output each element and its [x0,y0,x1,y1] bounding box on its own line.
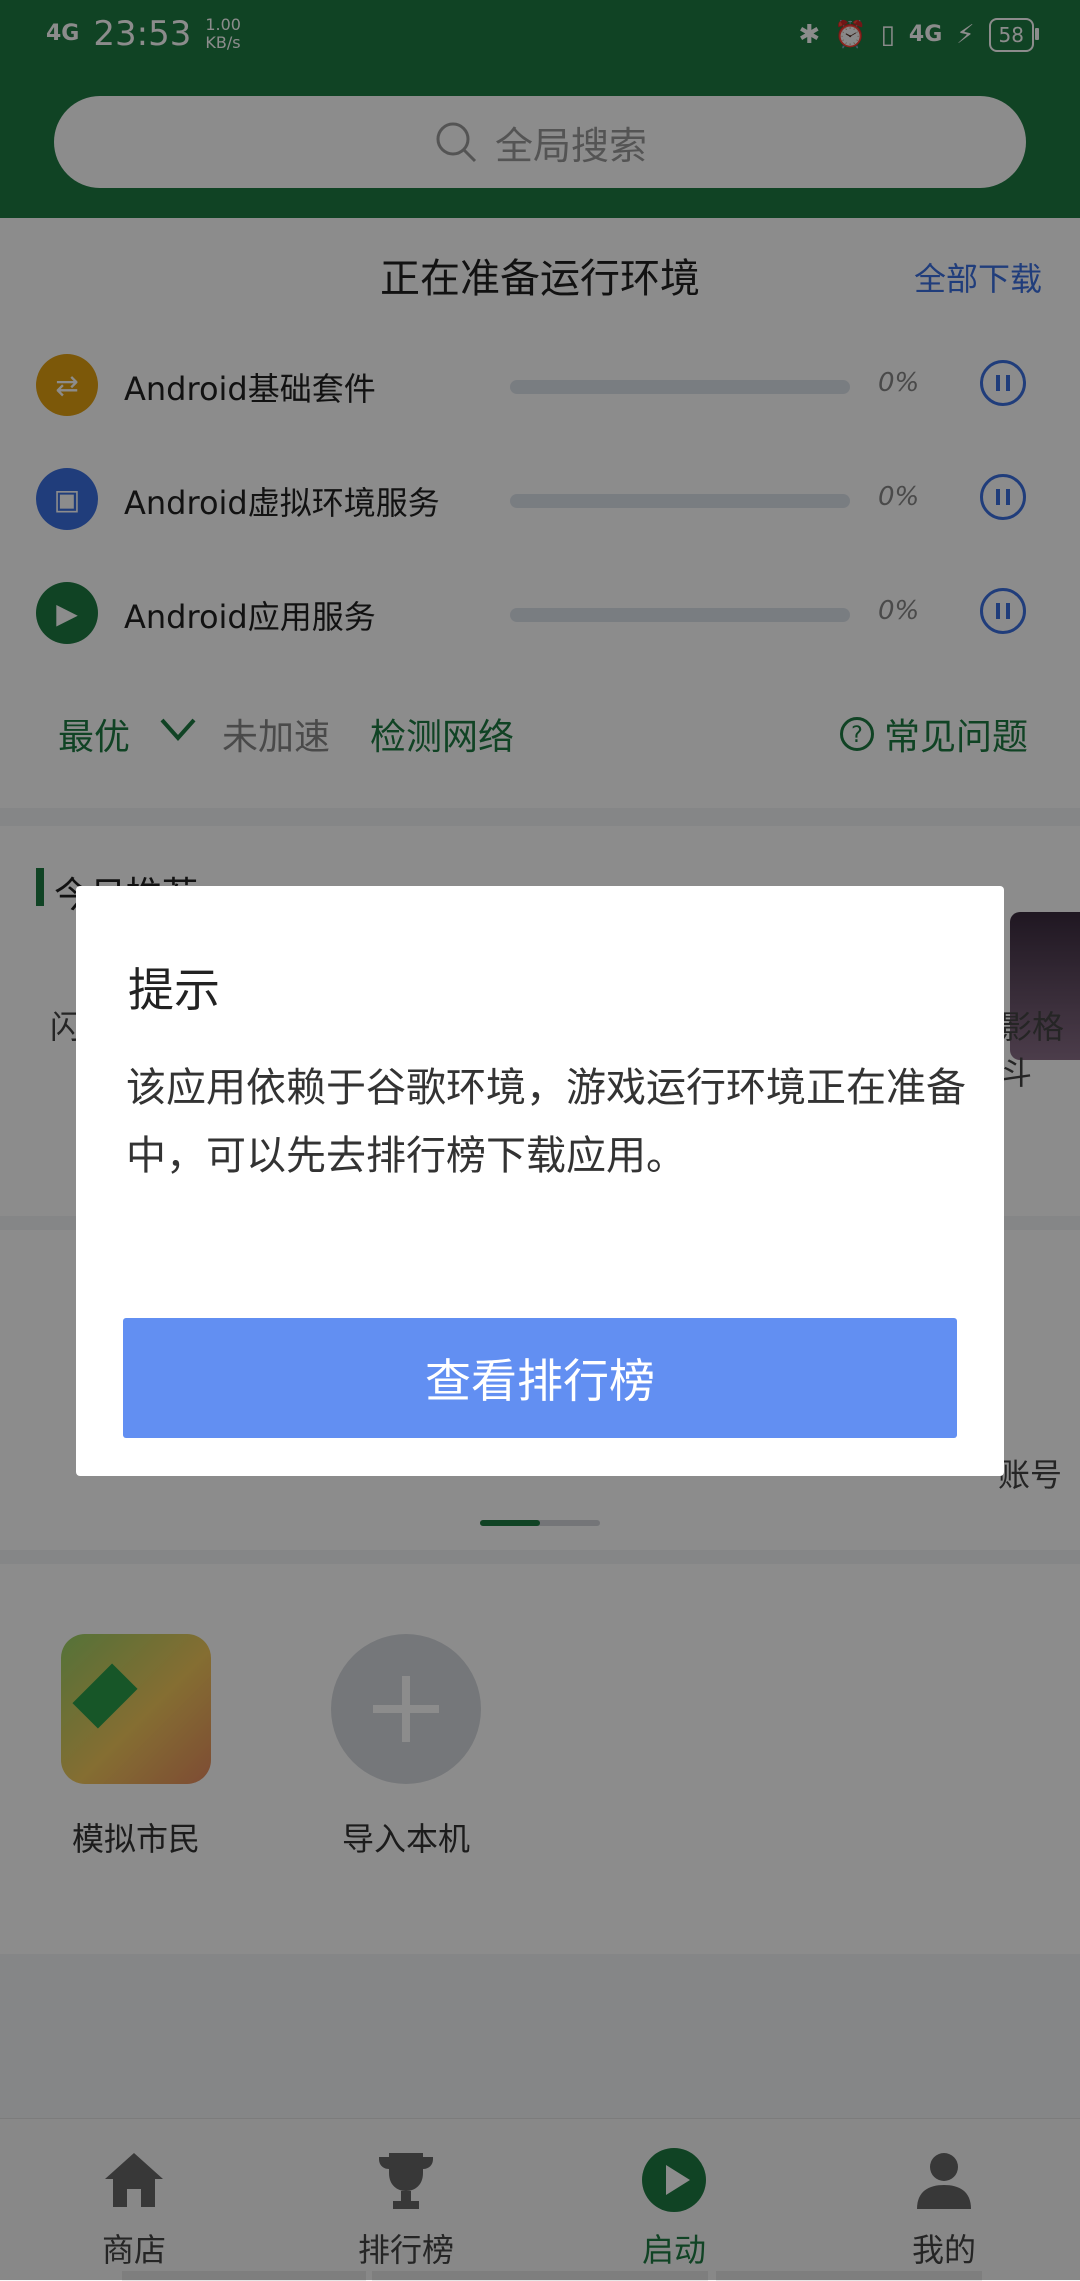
view-ranking-button[interactable]: 查看排行榜 [123,1318,957,1438]
dialog-message: 该应用依赖于谷歌环境，游戏运行环境正在准备中，可以先去排行榜下载应用。 [126,1065,966,1179]
dialog-title: 提示 [128,963,220,1017]
tip-dialog: 提示 该应用依赖于谷歌环境，游戏运行环境正在准备中，可以先去排行榜下载应用。 查… [76,886,1004,1476]
